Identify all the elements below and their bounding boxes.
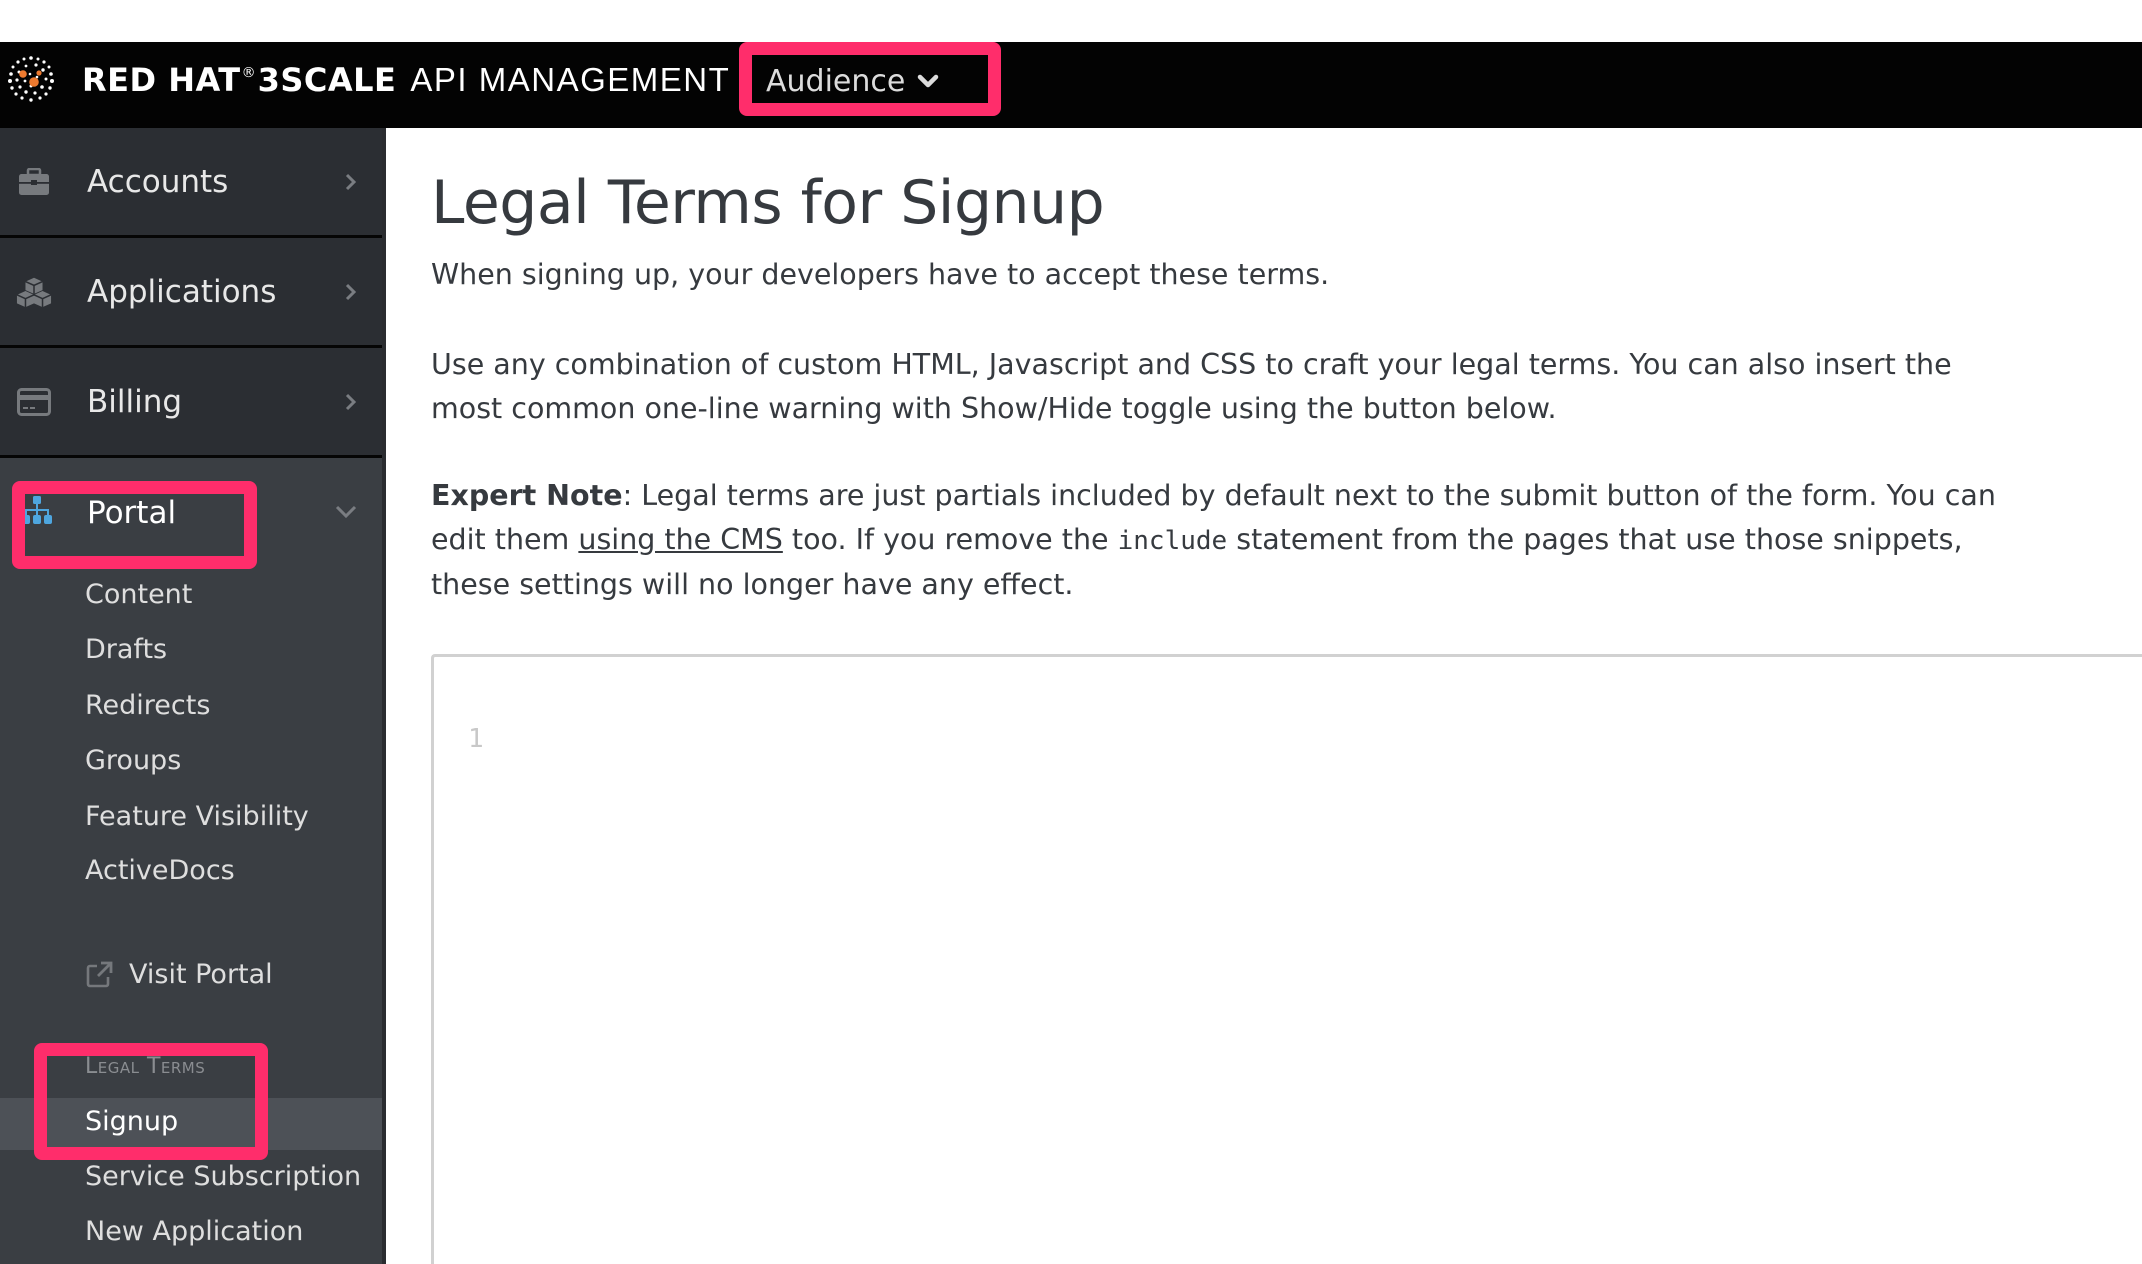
sidebar-subitem-new-application[interactable]: New Application <box>85 1216 303 1247</box>
sidebar-item-billing[interactable]: Billing <box>0 348 382 458</box>
sidebar-subitem-drafts[interactable]: Drafts <box>85 634 167 665</box>
top-navigation-bar: RED HAT ® 3SCALE API MANAGEMENT Audience <box>0 42 2142 128</box>
sidebar: Accounts Applications Billing Portal Con… <box>0 128 386 1264</box>
brand-api-management: API MANAGEMENT <box>410 61 731 98</box>
chevron-right-icon <box>345 173 357 190</box>
expert-note: Expert Note: Legal terms are just partia… <box>431 474 2031 607</box>
sidebar-item-accounts[interactable]: Accounts <box>0 128 382 238</box>
sidebar-item-portal[interactable]: Portal <box>0 458 382 568</box>
sidebar-subitem-visit-portal[interactable]: Visit Portal <box>85 959 273 990</box>
chevron-down-icon <box>918 74 939 88</box>
selected-row-background <box>0 1098 382 1150</box>
sidebar-subitem-groups[interactable]: Groups <box>85 745 181 776</box>
sidebar-subitem-content[interactable]: Content <box>85 579 192 610</box>
instructions-text: Use any combination of custom HTML, Java… <box>431 348 1952 425</box>
sidebar-subitem-redirects[interactable]: Redirects <box>85 690 210 721</box>
sidebar-item-applications[interactable]: Applications <box>0 238 382 348</box>
sidebar-subitem-signup[interactable]: Signup <box>85 1106 178 1137</box>
audience-label: Audience <box>766 63 906 99</box>
audience-context-switcher[interactable]: Audience <box>766 56 939 106</box>
sidebar-item-label: Applications <box>87 273 277 310</box>
include-code: include <box>1117 526 1228 556</box>
line-number: 1 <box>468 724 484 754</box>
using-the-cms-link[interactable]: using the CMS <box>578 523 782 556</box>
legal-terms-code-editor[interactable]: 1 <box>431 654 2142 1264</box>
brand-red-hat: RED HAT <box>82 61 241 99</box>
expert-note-text: too. If you remove the <box>782 523 1118 556</box>
sidebar-main-sections: Accounts Applications Billing <box>0 128 382 458</box>
visit-portal-label: Visit Portal <box>129 959 273 990</box>
intro-text: When signing up, your developers have to… <box>431 258 1330 291</box>
sidebar-subitem-activedocs[interactable]: ActiveDocs <box>85 855 235 886</box>
sidebar-subitem-feature-visibility[interactable]: Feature Visibility <box>85 801 309 832</box>
sitemap-icon <box>22 496 52 524</box>
sidebar-item-label: Billing <box>87 383 183 420</box>
expert-note-label: Expert Note <box>431 479 623 512</box>
external-link-icon <box>86 961 113 987</box>
sidebar-item-label: Portal <box>87 495 177 531</box>
cubes-icon <box>16 274 52 310</box>
briefcase-icon <box>16 164 52 200</box>
chevron-right-icon <box>345 283 357 300</box>
red-hat-3scale-logo-icon[interactable] <box>6 54 56 104</box>
brand-3scale: 3SCALE <box>257 61 397 99</box>
chevron-right-icon <box>345 393 357 410</box>
page-title: Legal Terms for Signup <box>431 168 1105 238</box>
chevron-down-icon <box>335 505 357 519</box>
sidebar-subitem-service-subscription[interactable]: Service Subscription <box>85 1161 361 1192</box>
registered-mark: ® <box>241 65 256 81</box>
product-brand: RED HAT ® 3SCALE API MANAGEMENT <box>82 60 730 100</box>
credit-card-icon <box>16 384 52 420</box>
legal-terms-heading: Legal Terms <box>85 1054 206 1079</box>
sidebar-item-label: Accounts <box>87 163 229 200</box>
